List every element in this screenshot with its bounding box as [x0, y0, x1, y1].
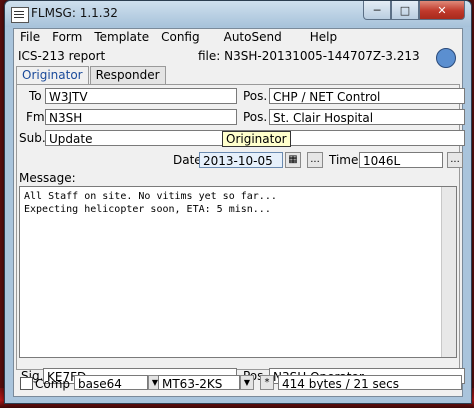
to-label: To — [29, 89, 42, 103]
menu-bar: File Form Template Config AutoSend Help — [14, 29, 462, 46]
message-label: Message: — [19, 171, 76, 185]
modem-dropdown-button[interactable]: ▼ — [240, 375, 254, 390]
date-now-button[interactable]: ... — [307, 152, 323, 168]
subject-label: Sub. — [19, 131, 46, 145]
originator-panel: To W3JTV Pos. CHP / NET Control Fm N3SH … — [16, 84, 465, 384]
fm-label: Fm — [26, 110, 45, 124]
minimize-icon: ─ — [373, 3, 381, 17]
calendar-button[interactable]: ▦ — [285, 152, 301, 168]
app-window: FLMSG: 1.1.32 ─ □ ✕ File Form Template C… — [4, 0, 472, 404]
modem-select[interactable]: MT63-2KS — [158, 375, 240, 390]
window-title: FLMSG: 1.1.32 — [31, 6, 118, 20]
report-type: ICS-213 report — [18, 49, 106, 63]
fm-pos-field[interactable]: St. Clair Hospital — [269, 109, 465, 125]
time-label: Time — [329, 153, 359, 167]
menu-form[interactable]: Form — [46, 29, 88, 46]
menu-template[interactable]: Template — [88, 29, 155, 46]
tab-bar: Originator Responder — [16, 66, 167, 85]
client-area: File Form Template Config AutoSend Help … — [13, 28, 465, 397]
tab-responder[interactable]: Responder — [89, 66, 166, 84]
fm-pos-label: Pos. — [243, 110, 268, 124]
window-controls: ─ □ ✕ — [363, 1, 465, 21]
maximize-icon: □ — [399, 3, 411, 17]
transmit-bar: Comp base64 ▼ MT63-2KS ▼ * 414 bytes / 2… — [14, 372, 462, 396]
message-textarea[interactable]: All Staff on site. No vitims yet so far.… — [19, 186, 457, 358]
close-button[interactable]: ✕ — [419, 1, 465, 20]
menu-help[interactable]: Help — [304, 29, 343, 46]
chevron-down-icon: ▼ — [243, 378, 251, 387]
close-icon: ✕ — [437, 3, 447, 17]
time-field[interactable]: 1046L — [359, 152, 443, 168]
report-header: ICS-213 report file: N3SH-20131005-14470… — [14, 46, 462, 68]
maximize-button[interactable]: □ — [391, 1, 419, 20]
to-pos-label: Pos. — [243, 89, 268, 103]
size-status-field: 414 bytes / 21 secs — [278, 375, 462, 390]
message-line: Expecting helicopter soon, ETA: 5 misn..… — [24, 204, 271, 215]
title-bar[interactable]: FLMSG: 1.1.32 ─ □ ✕ — [5, 1, 471, 27]
menu-autosend[interactable]: AutoSend — [218, 29, 288, 46]
minimize-button[interactable]: ─ — [363, 1, 391, 20]
fm-field[interactable]: N3SH — [45, 109, 237, 125]
calendar-icon: ▦ — [288, 154, 298, 165]
to-pos-field[interactable]: CHP / NET Control — [269, 88, 465, 104]
app-icon — [11, 7, 29, 23]
file-name: file: N3SH-20131005-144707Z-3.213 — [198, 49, 420, 63]
message-line: All Staff on site. No vitims yet so far.… — [24, 191, 277, 202]
compress-checkbox[interactable] — [20, 377, 33, 390]
tab-originator[interactable]: Originator — [16, 66, 89, 85]
star-button[interactable]: * — [260, 375, 274, 390]
menu-config[interactable]: Config — [155, 29, 206, 46]
to-field[interactable]: W3JTV — [45, 88, 237, 104]
message-scrollbar[interactable] — [441, 187, 456, 357]
date-label: Date — [173, 153, 202, 167]
menu-file[interactable]: File — [14, 29, 46, 46]
time-now-button[interactable]: ... — [447, 152, 463, 168]
compress-label: Comp — [35, 377, 71, 391]
date-field[interactable]: 2013-10-05 — [199, 152, 283, 168]
encoding-select[interactable]: base64 — [74, 375, 148, 390]
status-indicator — [436, 48, 456, 68]
originator-tooltip: Originator — [222, 131, 291, 147]
